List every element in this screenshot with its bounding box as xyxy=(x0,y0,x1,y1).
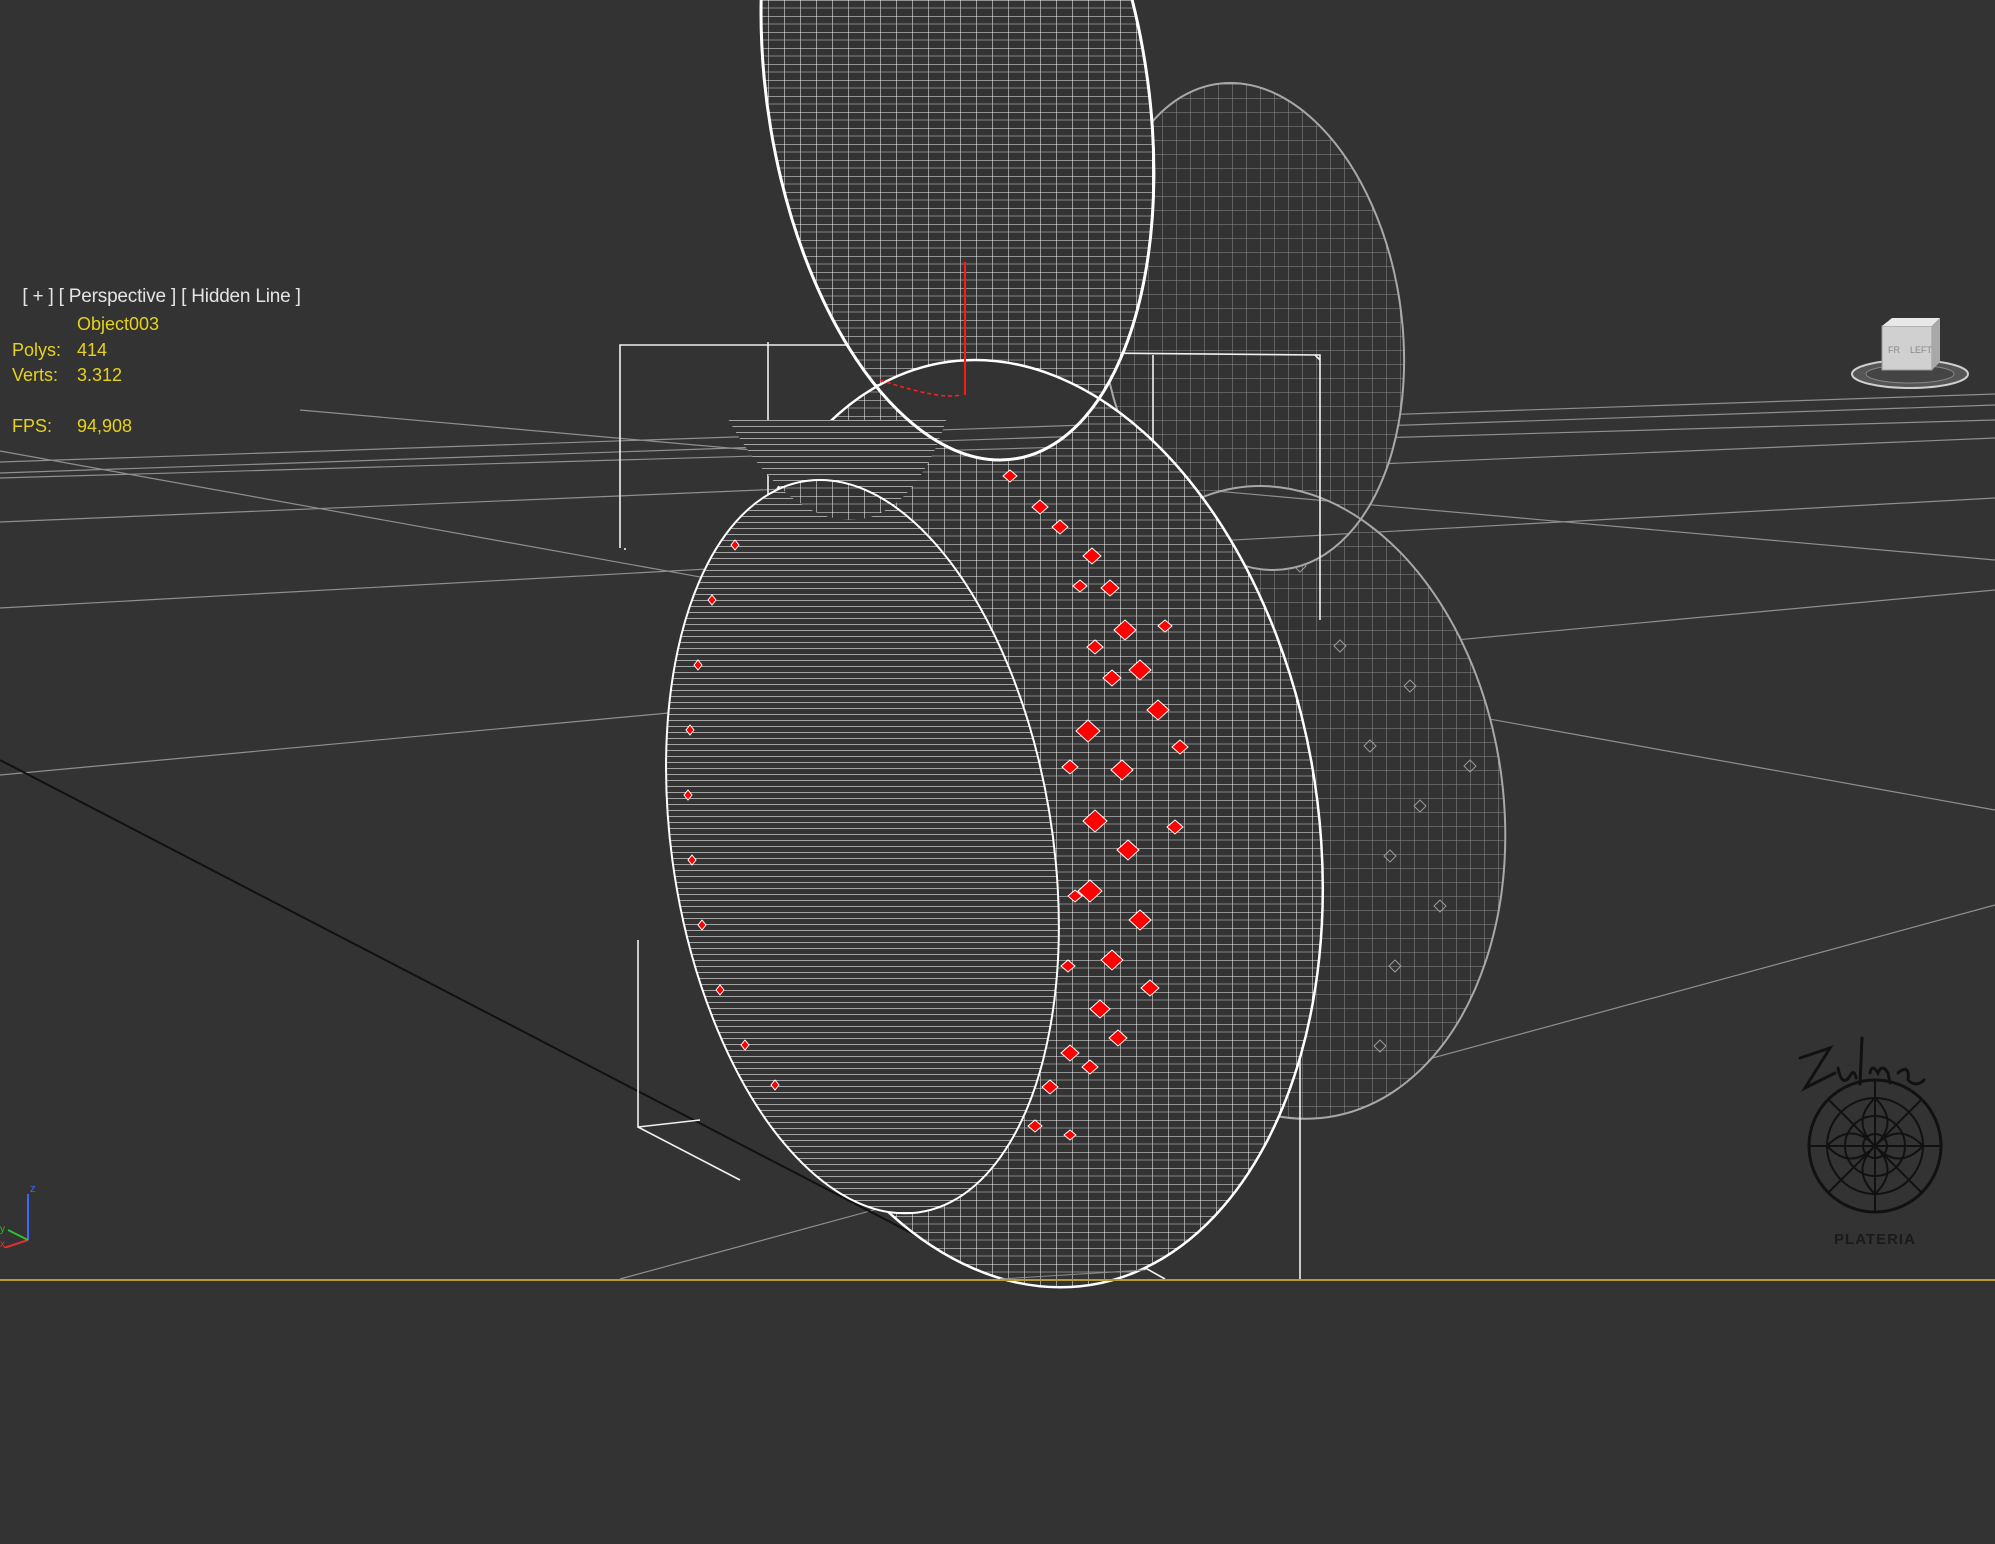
axis-y-label: y xyxy=(0,1224,5,1235)
stats-fps-value: 94,908 xyxy=(77,415,133,436)
stats-polys-value: 414 xyxy=(77,339,108,360)
viewcube-icon[interactable]: FR LEFT xyxy=(1848,318,1973,398)
viewport-view-menu[interactable]: [ Perspective ] xyxy=(59,286,177,307)
stats-object-name: Object003 xyxy=(77,314,160,334)
logo-text: PLATERIA xyxy=(1834,1231,1916,1248)
viewport-plus-menu[interactable]: [ + ] xyxy=(22,286,53,307)
viewcube-front-text: FR xyxy=(1888,345,1900,355)
viewport-bottom-border xyxy=(0,1279,1995,1281)
viewcube-left-text: LEFT xyxy=(1910,345,1933,355)
perspective-viewport[interactable]: [ + ] [ Perspective ] [ Hidden Line ] Ob… xyxy=(0,0,1995,1544)
viewport-shading-menu[interactable]: [ Hidden Line ] xyxy=(181,286,301,307)
stats-verts-label: Verts: xyxy=(12,365,59,385)
zulma-plateria-logo: PLATERIA xyxy=(1798,1036,1943,1248)
scene-canvas[interactable] xyxy=(0,0,1995,1544)
axis-x-label: x xyxy=(0,1239,5,1248)
stats-fps-label: FPS: xyxy=(12,415,53,436)
axis-tripod-icon: z x y xyxy=(0,1183,36,1248)
axis-z-label: z xyxy=(30,1183,36,1195)
stats-polys-label: Polys: xyxy=(12,339,62,360)
stats-verts-value: 3.312 xyxy=(77,365,123,385)
